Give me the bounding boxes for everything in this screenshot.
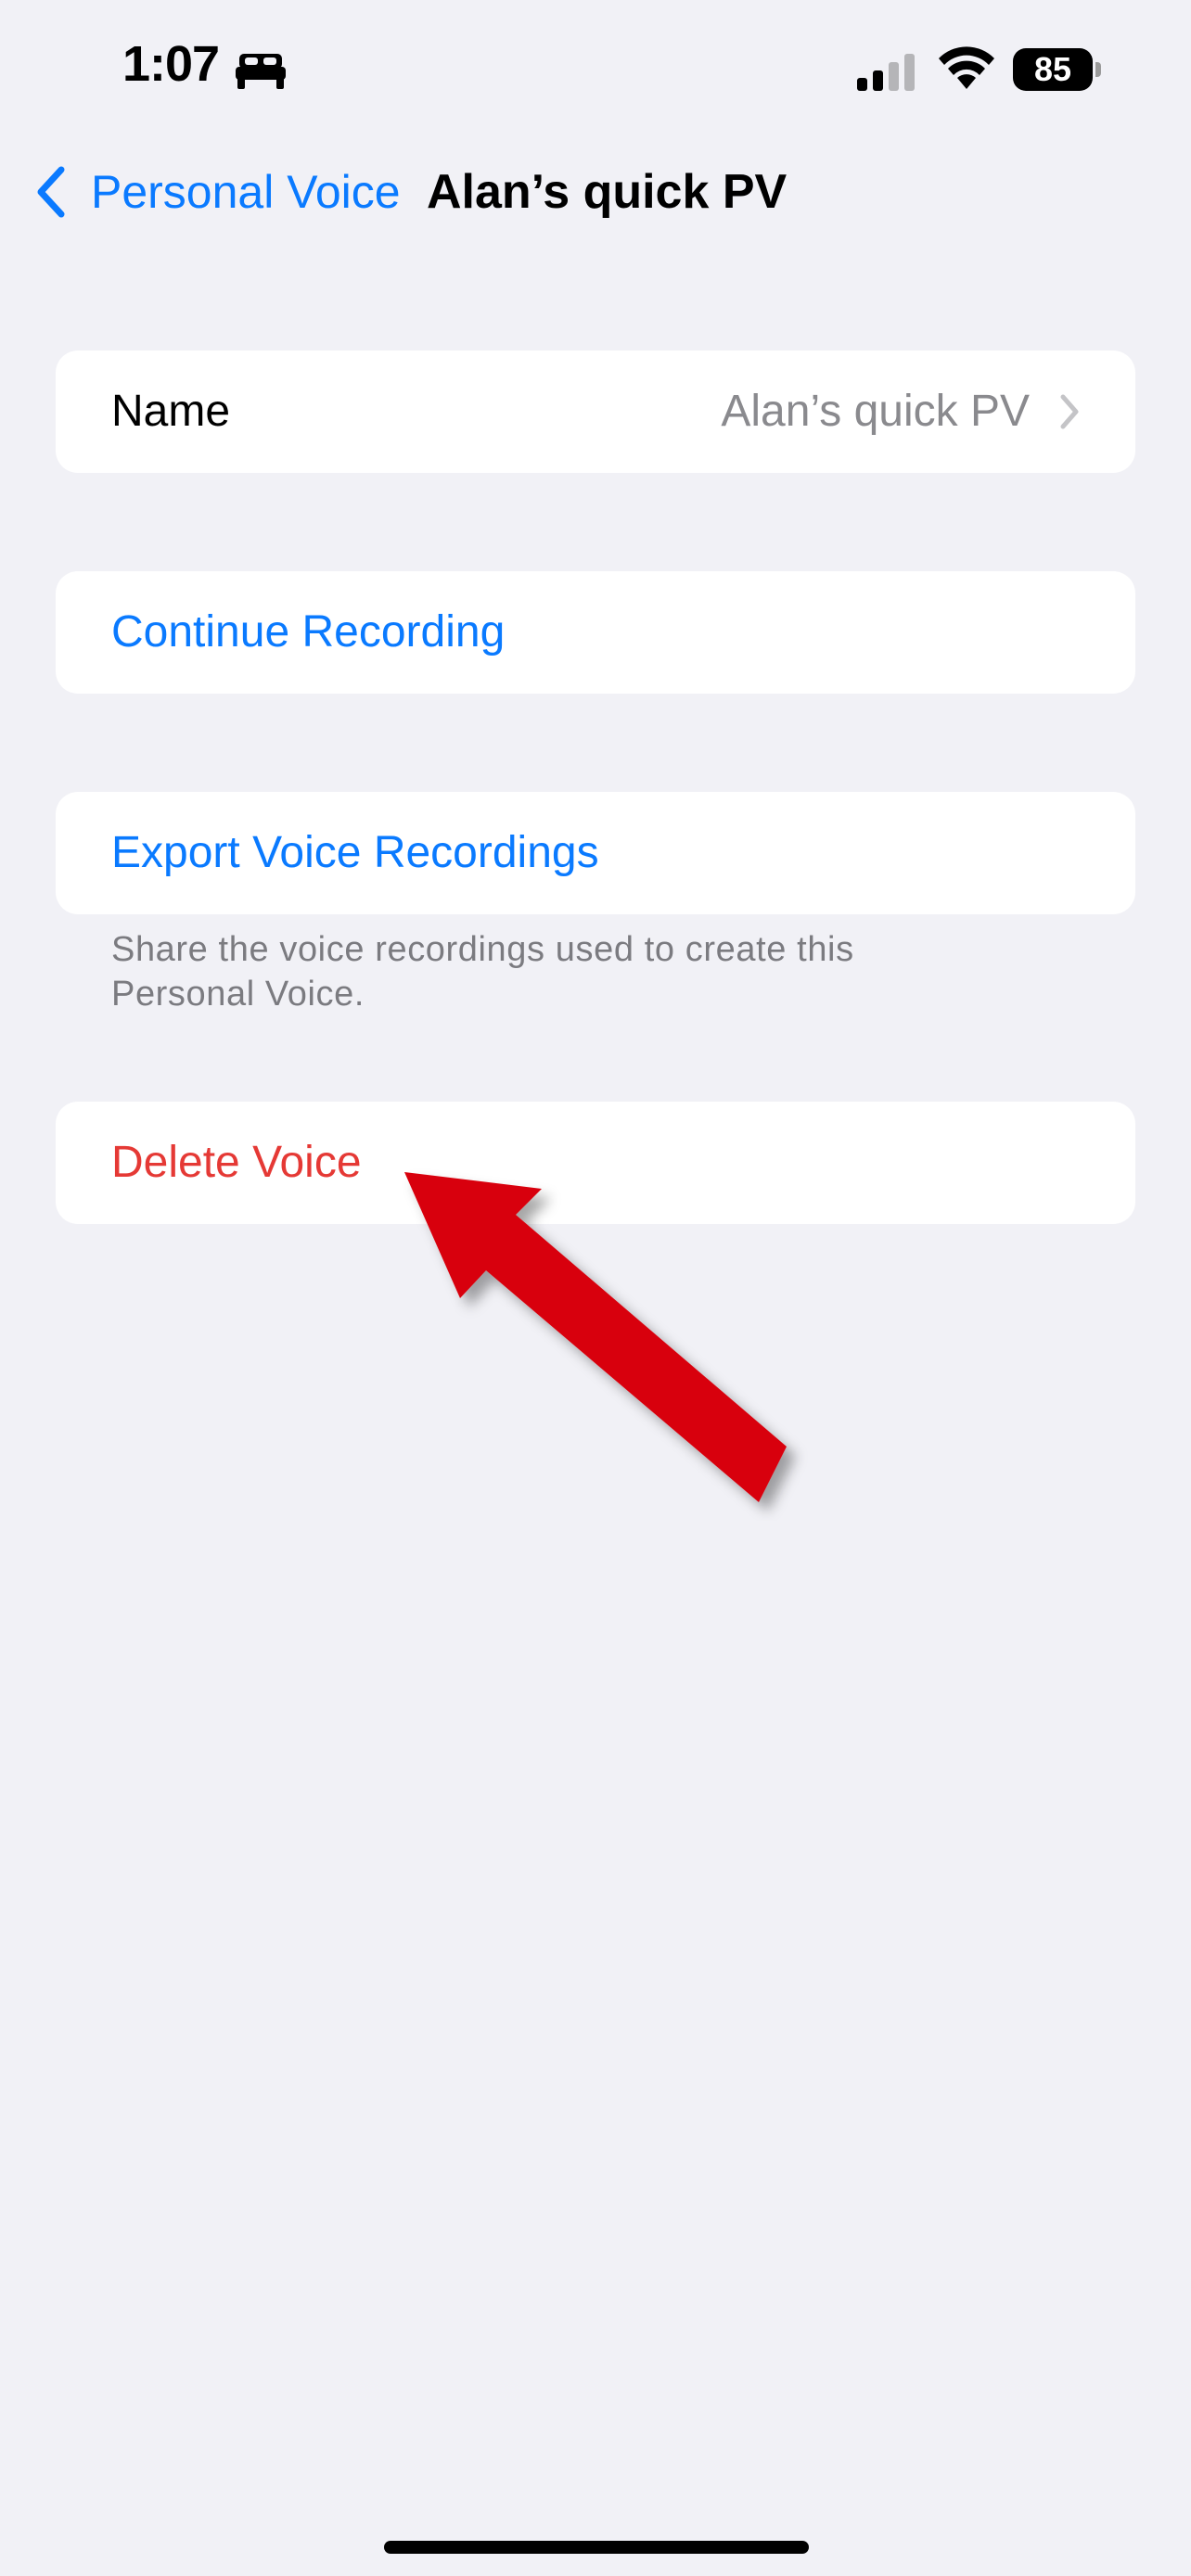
- sleep-bed-icon: [236, 54, 286, 89]
- status-bar: 1:07 85: [0, 0, 1191, 139]
- continue-recording-button[interactable]: Continue Recording: [56, 571, 1135, 694]
- chevron-left-icon: [37, 166, 65, 218]
- chevron-right-icon: [1060, 394, 1079, 429]
- back-button-label: Personal Voice: [91, 166, 401, 218]
- battery-indicator: 85: [1013, 48, 1102, 91]
- page-title: Alan’s quick PV: [427, 165, 788, 219]
- battery-level: 85: [1013, 48, 1093, 91]
- name-row-label: Name: [111, 387, 231, 436]
- cellular-signal-icon: [857, 54, 915, 91]
- export-recordings-label: Export Voice Recordings: [111, 828, 599, 877]
- back-button[interactable]: Personal Voice: [33, 159, 401, 224]
- wifi-icon: [939, 46, 994, 89]
- status-time: 1:07: [122, 36, 220, 92]
- name-row[interactable]: Name Alan’s quick PV: [56, 351, 1135, 473]
- annotation-arrow-icon: [404, 1172, 787, 1502]
- export-footer-note: Share the voice recordings used to creat…: [111, 930, 854, 1014]
- export-recordings-button[interactable]: Export Voice Recordings: [56, 792, 1135, 914]
- continue-recording-label: Continue Recording: [111, 607, 506, 657]
- name-row-value: Alan’s quick PV: [721, 387, 1030, 436]
- battery-cap: [1095, 62, 1101, 77]
- home-indicator[interactable]: [384, 2541, 809, 2554]
- delete-voice-label: Delete Voice: [111, 1138, 362, 1187]
